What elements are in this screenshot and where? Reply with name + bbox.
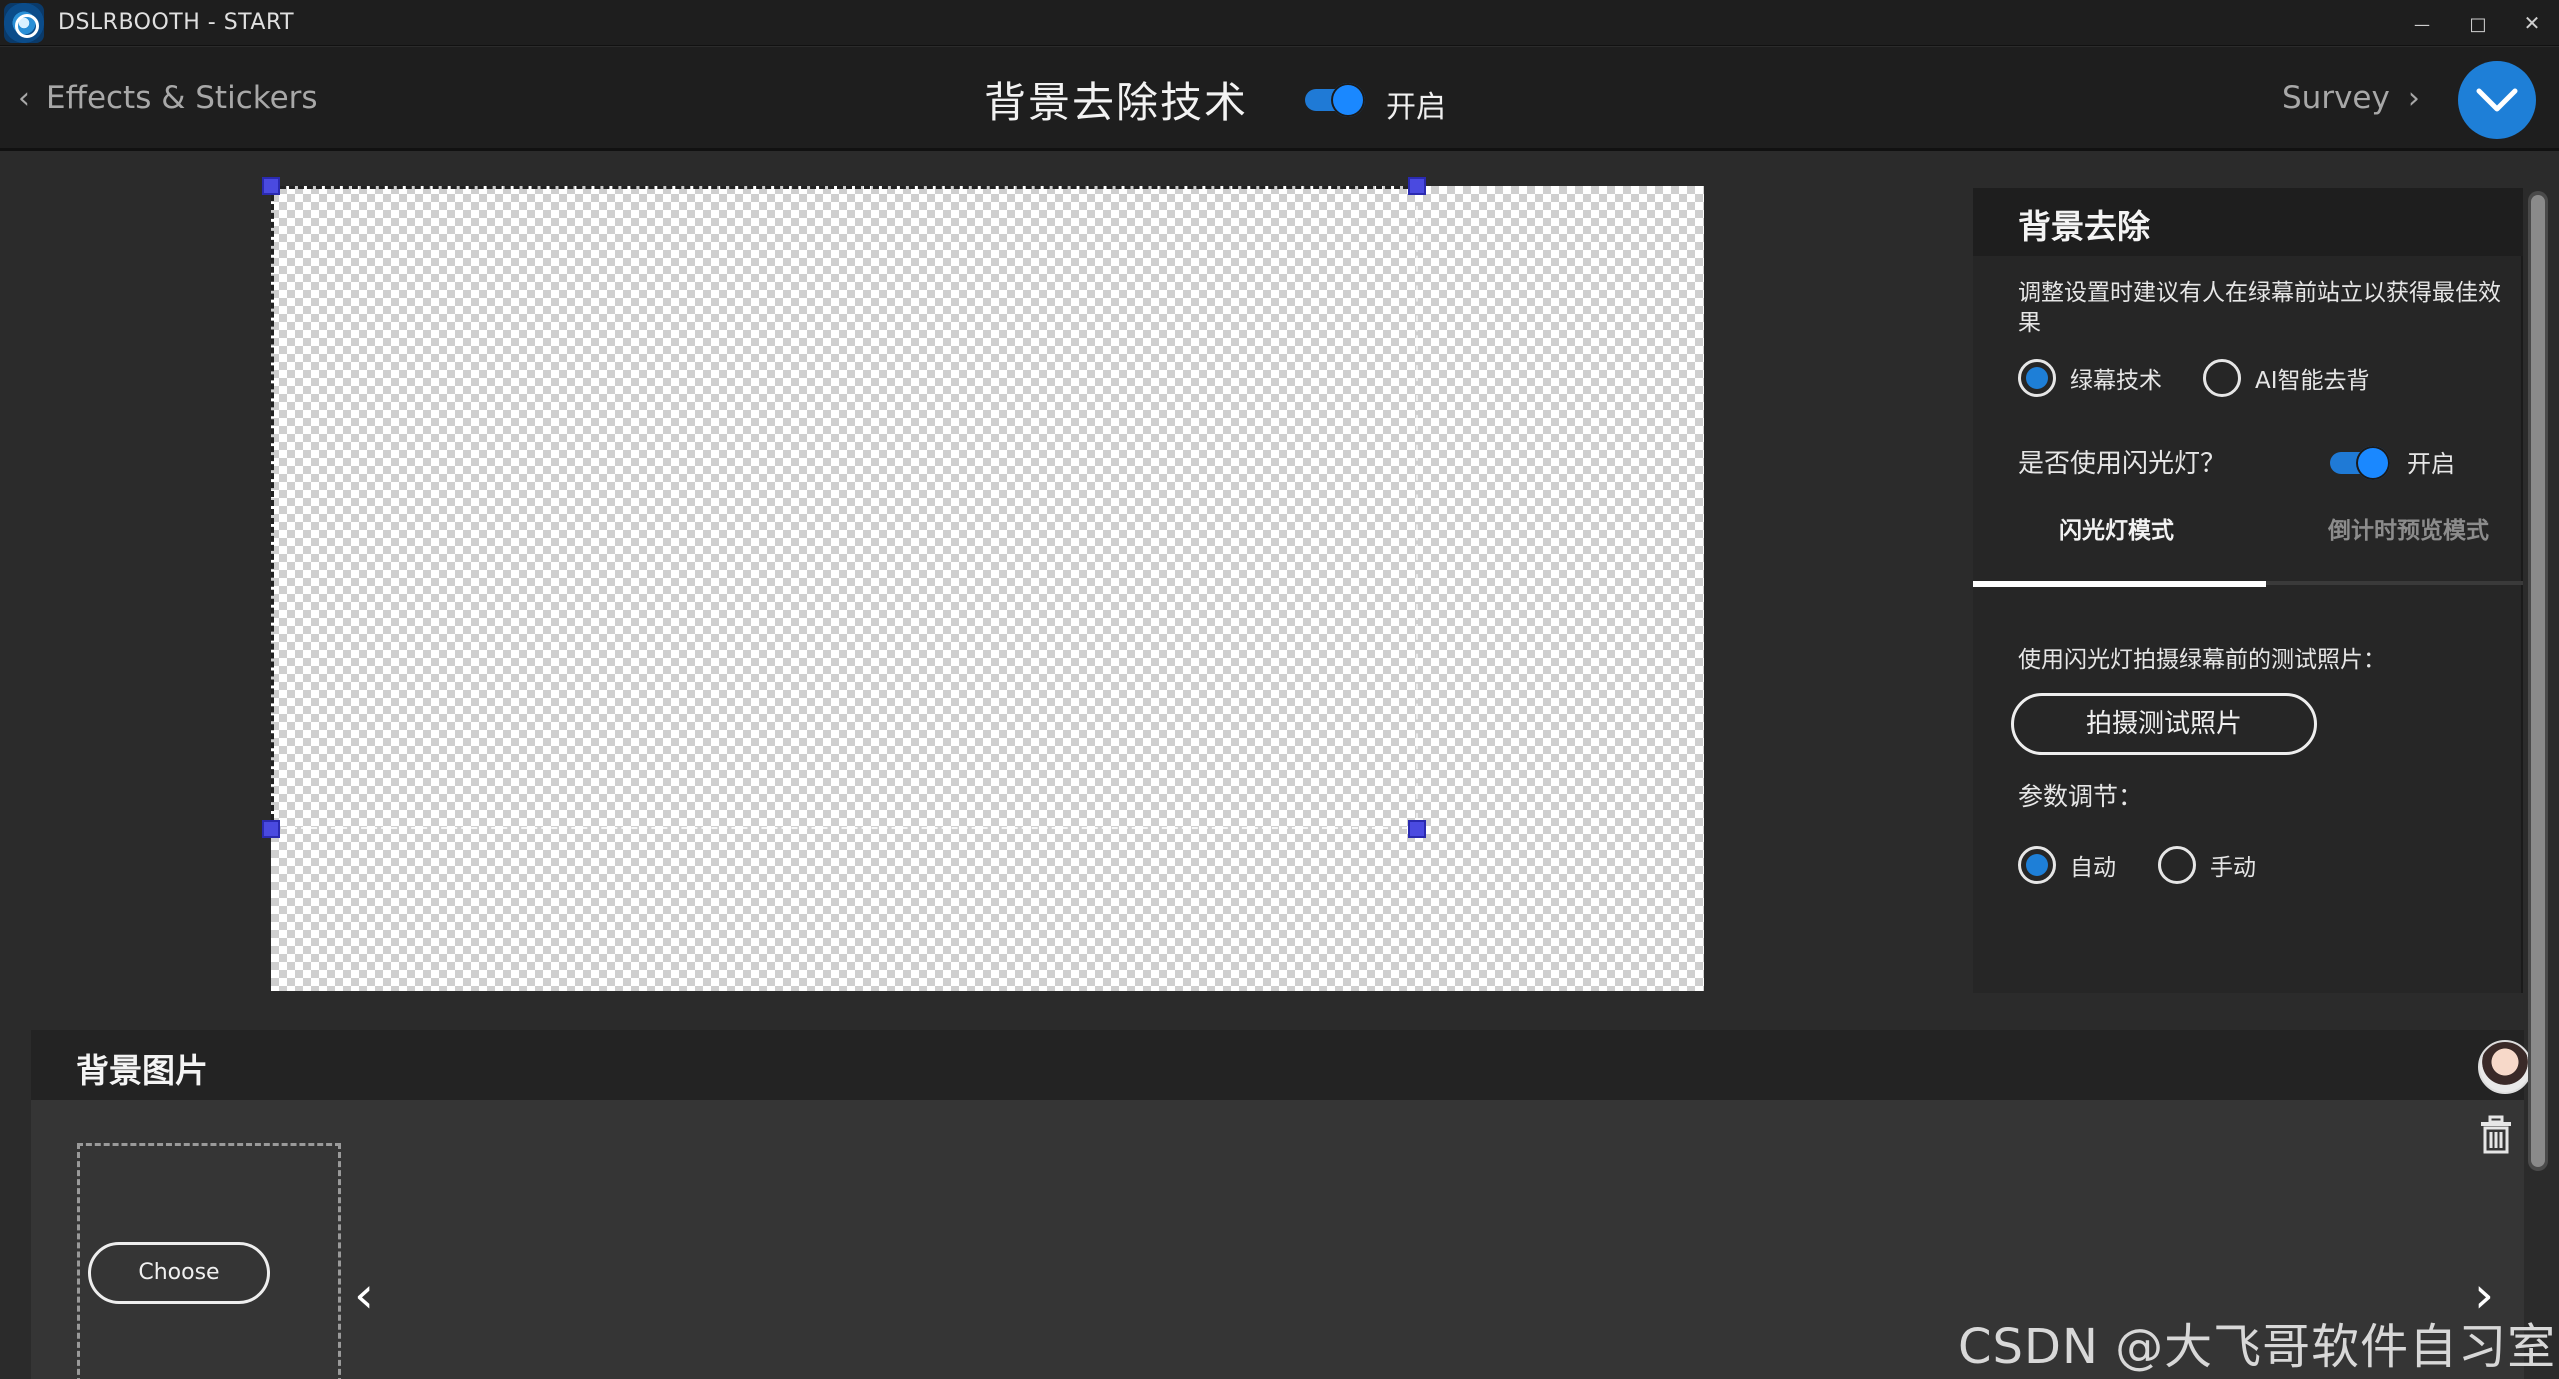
method-label: AI智能去背	[2255, 368, 2370, 394]
param-auto[interactable]: 自动	[2018, 846, 2116, 884]
scroll-thumb[interactable]	[2531, 195, 2545, 1167]
camera-app-icon	[4, 3, 44, 43]
back-to-effects-button[interactable]: ‹ Effects & Stickers	[18, 75, 318, 121]
tab-countdown-preview[interactable]: 倒计时预览模式	[2328, 511, 2489, 545]
resize-handle-bottom-right[interactable]	[1408, 820, 1426, 838]
title-bar: DSLRBOOTH - START — □ ✕	[0, 0, 2559, 46]
radio-selected[interactable]	[2018, 359, 2056, 397]
param-option-label: 自动	[2070, 855, 2116, 881]
minimize-button[interactable]: —	[2404, 8, 2440, 38]
panel-header: 背景去除	[1973, 188, 2523, 256]
window-title: DSLRBOOTH - START	[58, 10, 295, 35]
close-button[interactable]: ✕	[2514, 8, 2550, 38]
dslrbooth-window: DSLRBOOTH - START — □ ✕ ‹ Effects & Stic…	[0, 0, 2559, 1379]
method-label: 绿幕技术	[2070, 368, 2162, 394]
flash-question: 是否使用闪光灯？	[2018, 449, 2227, 479]
background-removal-toggle-label: 开启	[1386, 90, 1446, 125]
forward-label: Survey	[2282, 80, 2390, 116]
param-manual[interactable]: 手动	[2158, 846, 2256, 884]
trash-icon[interactable]	[2477, 1114, 2515, 1154]
radio-unselected[interactable]	[2158, 846, 2196, 884]
choose-image-button[interactable]: Choose	[88, 1242, 270, 1304]
flash-toggle-label: 开启	[2407, 450, 2455, 478]
background-images-title: 背景图片	[76, 1051, 208, 1090]
watermark: CSDN @大飞哥软件自习室	[1958, 1319, 2557, 1375]
panel-title: 背景去除	[2018, 207, 2150, 246]
maximize-icon: □	[2469, 14, 2487, 35]
vertical-scrollbar[interactable]	[2528, 191, 2548, 1171]
preview-canvas[interactable]	[271, 186, 1704, 991]
chevron-right-icon: ›	[2407, 80, 2420, 116]
resize-handle-bottom-left[interactable]	[262, 820, 280, 838]
radio-unselected[interactable]	[2203, 359, 2241, 397]
page-title: 背景去除技术	[984, 78, 1249, 127]
maximize-button[interactable]: □	[2460, 8, 2496, 38]
minimize-icon: —	[2414, 15, 2430, 34]
toggle-knob	[1331, 83, 1365, 117]
panel-hint: 调整设置时建议有人在绿幕前站立以获得最佳效果	[2018, 280, 2501, 336]
chevron-down-icon	[2476, 88, 2518, 112]
resize-handle-top-left[interactable]	[262, 177, 280, 195]
background-images-header: 背景图片	[31, 1030, 2524, 1100]
page-header: ‹ Effects & Stickers 背景去除技术 开启 Survey ›	[0, 47, 2559, 151]
background-removal-toggle[interactable]	[1305, 83, 1365, 117]
method-ai[interactable]: AI智能去背	[2203, 359, 2370, 397]
close-icon: ✕	[2523, 11, 2541, 35]
method-green-screen[interactable]: 绿幕技术	[2018, 359, 2162, 397]
confirm-button[interactable]	[2458, 61, 2536, 139]
background-removal-panel: 背景去除 调整设置时建议有人在绿幕前站立以获得最佳效果 绿幕技术 AI智能去背 …	[1973, 188, 2523, 993]
radio-selected[interactable]	[2018, 846, 2056, 884]
resize-handle-top-right[interactable]	[1408, 177, 1426, 195]
avatar[interactable]	[2478, 1040, 2532, 1094]
chevron-left-icon[interactable]: ‹	[354, 1270, 374, 1320]
param-label: 参数调节：	[2018, 782, 2144, 811]
take-test-photo-button[interactable]: 拍摄测试照片	[2011, 693, 2317, 755]
toggle-knob	[2356, 446, 2390, 480]
param-option-label: 手动	[2210, 855, 2256, 881]
forward-to-survey-button[interactable]: Survey ›	[2282, 75, 2420, 121]
tab-strip	[1973, 581, 2523, 587]
flash-toggle[interactable]	[2330, 446, 2390, 480]
test-photo-label: 使用闪光灯拍摄绿幕前的测试照片：	[2018, 647, 2386, 673]
active-tab-indicator	[1973, 581, 2266, 587]
tab-flash-mode[interactable]: 闪光灯模式	[2059, 511, 2174, 545]
chevron-left-icon: ‹	[18, 80, 30, 116]
back-label: Effects & Stickers	[46, 80, 318, 116]
